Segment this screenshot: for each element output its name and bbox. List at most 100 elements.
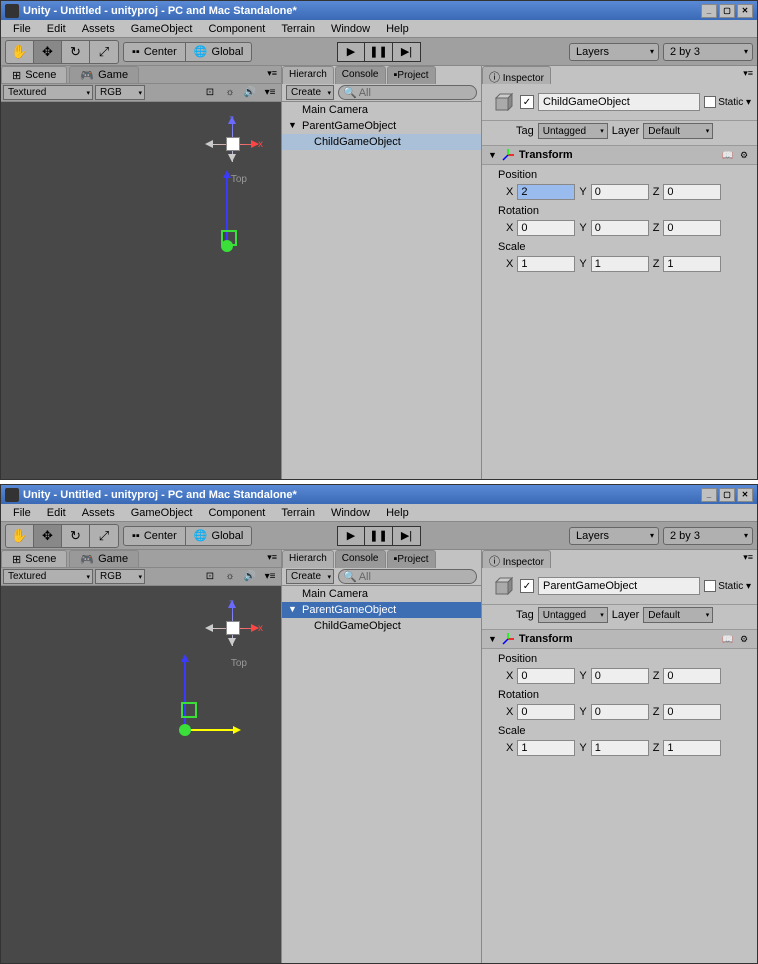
- hierarchy-item[interactable]: Main Camera: [282, 586, 481, 602]
- lock-icon[interactable]: ▾≡: [739, 550, 757, 568]
- tab-scene[interactable]: ⊞ Scene: [1, 550, 67, 567]
- scale-x-input[interactable]: [517, 256, 575, 272]
- light-icon[interactable]: ☼: [221, 569, 239, 584]
- menu-help[interactable]: Help: [378, 21, 417, 37]
- global-space-button[interactable]: 🌐 Global: [186, 42, 253, 62]
- position-x-input[interactable]: [517, 668, 575, 684]
- tab-hierarchy[interactable]: Hierarch: [282, 66, 334, 84]
- static-toggle[interactable]: Static ▾: [704, 580, 751, 592]
- move-tool[interactable]: ✥: [34, 41, 62, 63]
- render-mode-dropdown[interactable]: RGB: [95, 85, 145, 100]
- rotate-tool[interactable]: ↻: [62, 41, 90, 63]
- help-icon[interactable]: 📖: [721, 632, 735, 646]
- tab-options-icon[interactable]: ▾≡: [263, 550, 281, 567]
- tab-project[interactable]: ▪Project: [387, 550, 436, 568]
- layer-dropdown[interactable]: Default: [643, 607, 713, 623]
- tab-console[interactable]: Console: [335, 550, 386, 568]
- render-mode-dropdown[interactable]: RGB: [95, 569, 145, 584]
- tab-game[interactable]: 🎮 Game: [69, 66, 139, 83]
- scale-z-input[interactable]: [663, 740, 721, 756]
- fx-icon[interactable]: ▾≡: [261, 85, 279, 100]
- tag-dropdown[interactable]: Untagged: [538, 607, 608, 623]
- orientation-gizmo[interactable]: z x: [201, 596, 261, 656]
- active-checkbox[interactable]: ✓: [520, 579, 534, 593]
- menu-file[interactable]: File: [5, 505, 39, 521]
- expander-icon[interactable]: ▼: [288, 120, 297, 130]
- layout-dropdown[interactable]: 2 by 3: [663, 527, 753, 545]
- center-pivot-button[interactable]: ▪▪ Center: [123, 526, 186, 546]
- position-y-input[interactable]: [591, 668, 649, 684]
- menu-window[interactable]: Window: [323, 21, 378, 37]
- tab-game[interactable]: 🎮 Game: [69, 550, 139, 567]
- menu-edit[interactable]: Edit: [39, 21, 74, 37]
- menu-gameobject[interactable]: GameObject: [123, 21, 201, 37]
- layer-dropdown[interactable]: Default: [643, 123, 713, 139]
- x-axis-arrow[interactable]: [185, 729, 235, 731]
- menu-gameobject[interactable]: GameObject: [123, 505, 201, 521]
- layout-dropdown[interactable]: 2 by 3: [663, 43, 753, 61]
- orientation-gizmo[interactable]: z x: [201, 112, 261, 172]
- light-icon[interactable]: ☼: [221, 85, 239, 100]
- y-axis-arrow[interactable]: [184, 660, 186, 730]
- draw-mode-dropdown[interactable]: Textured: [3, 569, 93, 584]
- scale-z-input[interactable]: [663, 256, 721, 272]
- menu-window[interactable]: Window: [323, 505, 378, 521]
- rotation-z-input[interactable]: [663, 220, 721, 236]
- hierarchy-item[interactable]: ▼ParentGameObject: [282, 602, 481, 618]
- create-dropdown[interactable]: Create: [286, 85, 334, 100]
- hierarchy-item[interactable]: ChildGameObject: [282, 618, 481, 634]
- close-button[interactable]: ✕: [737, 488, 753, 502]
- move-handle[interactable]: [179, 724, 191, 736]
- scene-view[interactable]: z x Top: [1, 586, 281, 963]
- draw-mode-dropdown[interactable]: Textured: [3, 85, 93, 100]
- audio-icon[interactable]: 🔊: [241, 85, 259, 100]
- play-button[interactable]: ▶: [337, 526, 365, 546]
- scale-y-input[interactable]: [591, 740, 649, 756]
- position-z-input[interactable]: [663, 668, 721, 684]
- position-x-input[interactable]: [517, 184, 575, 200]
- gear-icon[interactable]: ⚙: [737, 148, 751, 162]
- rotation-y-input[interactable]: [591, 704, 649, 720]
- gear-icon[interactable]: ⚙: [737, 632, 751, 646]
- menu-help[interactable]: Help: [378, 505, 417, 521]
- tab-options-icon[interactable]: ▾≡: [263, 66, 281, 83]
- scale-tool[interactable]: ⤢: [90, 525, 118, 547]
- transform-component-header[interactable]: ▼ Transform 📖 ⚙: [482, 146, 757, 165]
- fx-icon[interactable]: ▾≡: [261, 569, 279, 584]
- rotation-y-input[interactable]: [591, 220, 649, 236]
- menu-component[interactable]: Component: [200, 21, 273, 37]
- tab-project[interactable]: ▪Project: [387, 66, 436, 84]
- 2d-icon[interactable]: ⊡: [201, 569, 219, 584]
- menu-assets[interactable]: Assets: [74, 505, 123, 521]
- maximize-button[interactable]: ▢: [719, 488, 735, 502]
- step-button[interactable]: ▶|: [393, 42, 421, 62]
- 2d-icon[interactable]: ⊡: [201, 85, 219, 100]
- position-z-input[interactable]: [663, 184, 721, 200]
- object-name-input[interactable]: [538, 93, 700, 111]
- minimize-button[interactable]: _: [701, 4, 717, 18]
- component-toggle-icon[interactable]: ▼: [488, 150, 497, 160]
- create-dropdown[interactable]: Create: [286, 569, 334, 584]
- rotate-tool[interactable]: ↻: [62, 525, 90, 547]
- center-pivot-button[interactable]: ▪▪ Center: [123, 42, 186, 62]
- move-handle[interactable]: [221, 240, 233, 252]
- help-icon[interactable]: 📖: [721, 148, 735, 162]
- close-button[interactable]: ✕: [737, 4, 753, 18]
- transform-component-header[interactable]: ▼ Transform 📖 ⚙: [482, 630, 757, 649]
- hand-tool[interactable]: ✋: [6, 525, 34, 547]
- rotation-x-input[interactable]: [517, 220, 575, 236]
- expander-icon[interactable]: ▼: [288, 604, 297, 614]
- hierarchy-search[interactable]: 🔍All: [338, 85, 477, 100]
- menu-terrain[interactable]: Terrain: [273, 505, 323, 521]
- pause-button[interactable]: ❚❚: [365, 42, 393, 62]
- scene-view[interactable]: z x Top: [1, 102, 281, 479]
- play-button[interactable]: ▶: [337, 42, 365, 62]
- lock-icon[interactable]: ▾≡: [739, 66, 757, 84]
- step-button[interactable]: ▶|: [393, 526, 421, 546]
- maximize-button[interactable]: ▢: [719, 4, 735, 18]
- global-space-button[interactable]: 🌐 Global: [186, 526, 253, 546]
- position-y-input[interactable]: [591, 184, 649, 200]
- hierarchy-item[interactable]: ChildGameObject: [282, 134, 481, 150]
- tag-dropdown[interactable]: Untagged: [538, 123, 608, 139]
- static-toggle[interactable]: Static ▾: [704, 96, 751, 108]
